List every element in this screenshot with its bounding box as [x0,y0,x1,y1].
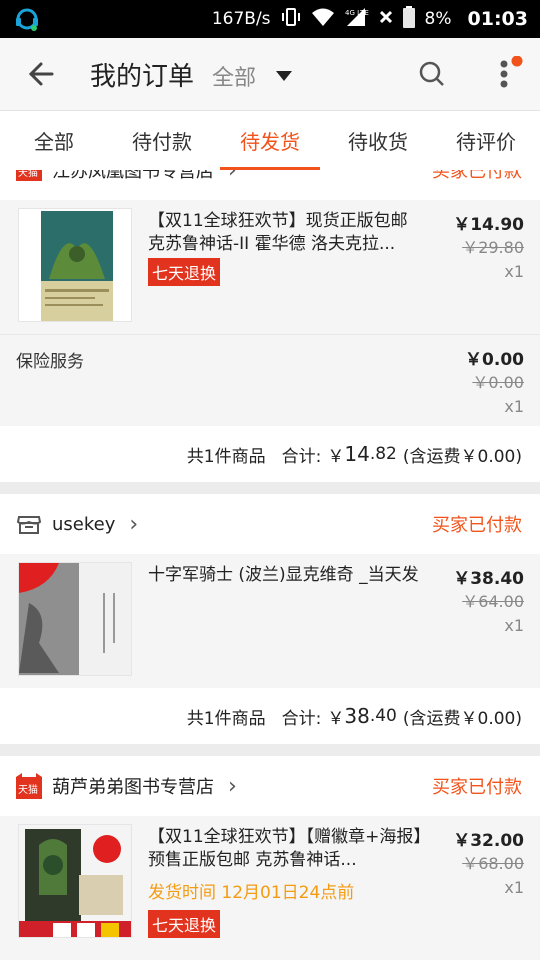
tab-pending-payment[interactable]: 待付款 [108,111,216,170]
back-button[interactable] [22,56,58,92]
product-thumbnail [18,562,132,676]
total-decimal: .40 [369,706,397,726]
product-price: ￥14.90 [453,215,524,235]
tab-pending-review[interactable]: 待评价 [432,111,540,170]
insurance-original-price: ￥0.00 [472,373,524,392]
more-vertical-icon [500,55,523,88]
shipping-fee: (含运费￥0.00) [402,708,522,729]
original-price: ￥68.00 [462,854,524,873]
store-name: 葫芦弟弟图书专营店 [52,777,214,798]
product-price: ￥32.00 [453,831,524,851]
order-status: 买家已付款 [432,170,522,182]
vibrate-icon [281,7,301,32]
total-decimal: .82 [369,444,397,464]
order-card: 天猫 葫芦弟弟图书专营店 › 买家已付款 【双11全球狂欢节】【赠徽章+海报】预… [0,756,540,960]
total-currency: ￥ [327,708,345,729]
order-total: 共1件商品 合计: ￥ 14.82 (含运费￥0.00) [0,426,540,482]
no-sim-icon [379,9,393,29]
order-status: 买家已付款 [432,515,522,536]
network-speed: 167B/s [211,9,271,29]
total-label: 合计: [281,708,322,729]
order-total: 共1件商品 合计: ￥ 38.40 (含运费￥0.00) [0,688,540,744]
tab-all[interactable]: 全部 [0,111,108,170]
app-header: 我的订单 全部 [0,38,540,110]
chevron-right-icon: › [228,773,237,799]
network-type: 4G LTE [345,9,369,17]
store-header[interactable]: usekey › 买家已付款 [0,494,540,554]
search-icon [419,61,444,86]
order-tabs: 全部 待付款 待发货 待收货 待评价 [0,110,540,170]
tab-pending-shipment[interactable]: 待发货 [216,111,324,170]
tmall-icon: 天猫 [16,773,42,799]
order-item[interactable]: 十字军骑士 (波兰)显克维奇 _当天发 ￥38.40 ￥64.00 x1 [0,554,540,688]
search-button[interactable] [416,58,448,90]
dropdown-triangle-icon [276,71,293,81]
quantity: x1 [504,878,524,897]
filter-label: 全部 [212,66,257,91]
order-status: 买家已付款 [432,777,522,798]
ship-time: 发货时间 12月01日24点前 [148,883,355,903]
tmall-badge-text: 天猫 [18,783,38,796]
total-integer: 38 [344,704,370,728]
order-item[interactable]: 【双11全球狂欢节】现货正版包邮 克苏鲁神话-II 霍华德 洛夫克拉... 七天… [0,200,540,334]
clock: 01:03 [467,8,528,30]
order-card: 天猫 江苏凤凰图书专营店 › 买家已付款 【双11全球狂欢节】现货正版包邮 克苏… [0,170,540,482]
return-policy-tag: 七天退换 [148,258,221,286]
headset-notification-icon [14,6,40,32]
order-item[interactable]: 【双11全球狂欢节】【赠徽章+海报】预售正版包邮 克苏鲁神话... 发货时间 1… [0,816,540,960]
store-header[interactable]: 天猫 葫芦弟弟图书专营店 › 买家已付款 [0,756,540,816]
tmall-badge-text: 天猫 [18,170,38,179]
store-name: usekey [52,513,116,535]
battery-level: 8% [424,9,452,29]
product-thumbnail [18,208,132,322]
total-currency: ￥ [327,446,345,467]
product-price: ￥38.40 [453,569,524,589]
insurance-quantity: x1 [504,397,524,416]
insurance-row[interactable]: 保险服务 ￥0.00 ￥0.00 x1 [0,334,540,426]
more-menu-button[interactable] [490,55,524,92]
chevron-right-icon: › [228,170,237,183]
shipping-fee: (含运费￥0.00) [402,446,522,467]
battery-icon [402,5,415,33]
item-count: 共1件商品 [186,446,266,467]
order-list[interactable]: 天猫 江苏凤凰图书专营店 › 买家已付款 【双11全球狂欢节】现货正版包邮 克苏… [0,170,540,960]
product-title: 【双11全球狂欢节】现货正版包邮 克苏鲁神话-II 霍华德 洛夫克拉... [148,211,408,254]
product-title: 十字军骑士 (波兰)显克维奇 _当天发 [148,565,419,585]
quantity: x1 [504,616,524,635]
order-card: usekey › 买家已付款 十字军骑士 (波兰)显克维奇 _当天发 ￥38.4… [0,494,540,744]
product-title: 【双11全球狂欢节】【赠徽章+海报】预售正版包邮 克苏鲁神话... [148,827,422,870]
quantity: x1 [504,262,524,281]
tmall-icon: 天猫 [16,170,42,183]
chevron-right-icon: › [129,511,139,537]
total-integer: 14 [344,442,370,466]
product-thumbnail [18,824,132,938]
page-title: 我的订单 [90,62,195,92]
back-arrow-icon [28,62,54,86]
cell-signal-icon: 4G LTE [345,7,369,32]
original-price: ￥29.80 [462,238,524,257]
store-name: 江苏凤凰图书专营店 [52,170,214,182]
order-filter-dropdown[interactable]: 全部 [212,60,293,92]
insurance-label: 保险服务 [16,352,84,372]
tab-pending-receipt[interactable]: 待收货 [324,111,432,170]
store-header[interactable]: 天猫 江苏凤凰图书专营店 › 买家已付款 [0,170,540,200]
return-policy-tag: 七天退换 [148,910,221,938]
status-bar: 167B/s 4G LTE 8% 01:03 [0,0,540,38]
item-count: 共1件商品 [186,708,266,729]
total-label: 合计: [281,446,322,467]
shop-icon [16,511,42,537]
original-price: ￥64.00 [462,592,524,611]
insurance-price: ￥0.00 [465,350,524,370]
wifi-icon [311,7,335,32]
